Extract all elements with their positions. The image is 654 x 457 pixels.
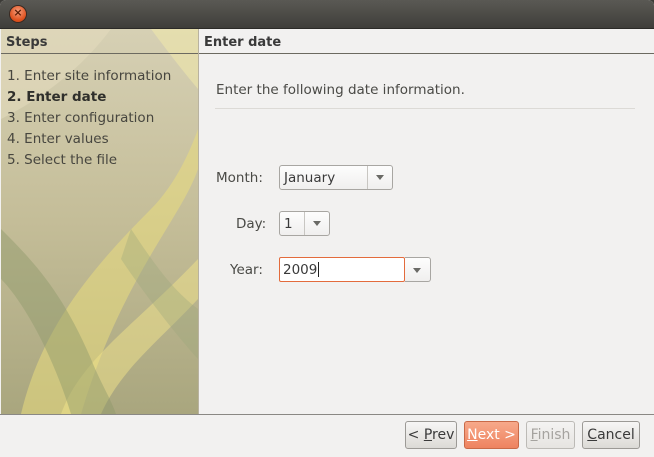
next-button-mnemonic: N (467, 427, 478, 443)
year-dropdown-button[interactable] (405, 257, 431, 282)
day-label: Day: (236, 216, 267, 232)
year-value: 2009 (283, 262, 318, 278)
year-input[interactable]: 2009 (279, 257, 405, 282)
month-combobox[interactable]: January (279, 165, 393, 190)
step-item-select-file: 5. Select the file (7, 152, 118, 168)
text-caret (318, 262, 320, 277)
prev-button-label: rev (432, 427, 455, 443)
next-button[interactable]: Next > (464, 421, 519, 449)
content-panel: Enter date Enter the following date info… (199, 29, 654, 414)
step-item-site-information: 1. Enter site information (7, 68, 172, 84)
instruction-text: Enter the following date information. (216, 82, 465, 98)
chevron-down-icon (376, 175, 384, 180)
prev-button-prefix: < (407, 427, 424, 443)
close-icon: × (13, 6, 23, 19)
steps-divider (1, 53, 198, 54)
day-combobox[interactable]: 1 (279, 211, 330, 236)
cancel-button[interactable]: Cancel (582, 421, 640, 449)
footer-divider (0, 414, 654, 415)
step-item-configuration: 3. Enter configuration (7, 110, 155, 126)
close-window-button[interactable]: × (10, 6, 26, 22)
steps-list: 1. Enter site information 2. Enter date … (7, 66, 171, 171)
year-combobox[interactable]: 2009 (279, 257, 431, 282)
month-dropdown-button[interactable] (367, 166, 392, 189)
day-dropdown-button[interactable] (304, 212, 329, 235)
month-value: January (284, 170, 336, 186)
prev-button-mnemonic: P (423, 427, 433, 443)
wizard-window: × Steps 1. Enter site information 2. Ent… (0, 0, 654, 457)
cancel-button-label: ancel (597, 427, 635, 443)
instruction-divider (215, 108, 635, 109)
step-item-enter-date: 2. Enter date (7, 89, 107, 105)
finish-button-label: inish (537, 427, 571, 443)
cancel-button-mnemonic: C (587, 427, 598, 443)
year-label: Year: (230, 262, 263, 278)
prev-button[interactable]: < Prev (405, 421, 457, 449)
title-bar: × (0, 0, 654, 29)
chevron-down-icon (313, 221, 321, 226)
step-item-values: 4. Enter values (7, 131, 109, 147)
finish-button-mnemonic: F (530, 427, 538, 443)
content-divider (199, 53, 654, 54)
steps-panel: Steps 1. Enter site information 2. Enter… (1, 29, 199, 414)
chevron-down-icon (413, 268, 421, 273)
steps-heading: Steps (6, 35, 48, 50)
next-button-label: ext > (477, 427, 516, 443)
month-label: Month: (216, 170, 263, 186)
page-title: Enter date (204, 35, 282, 50)
day-value: 1 (284, 216, 293, 232)
finish-button[interactable]: Finish (526, 421, 575, 449)
